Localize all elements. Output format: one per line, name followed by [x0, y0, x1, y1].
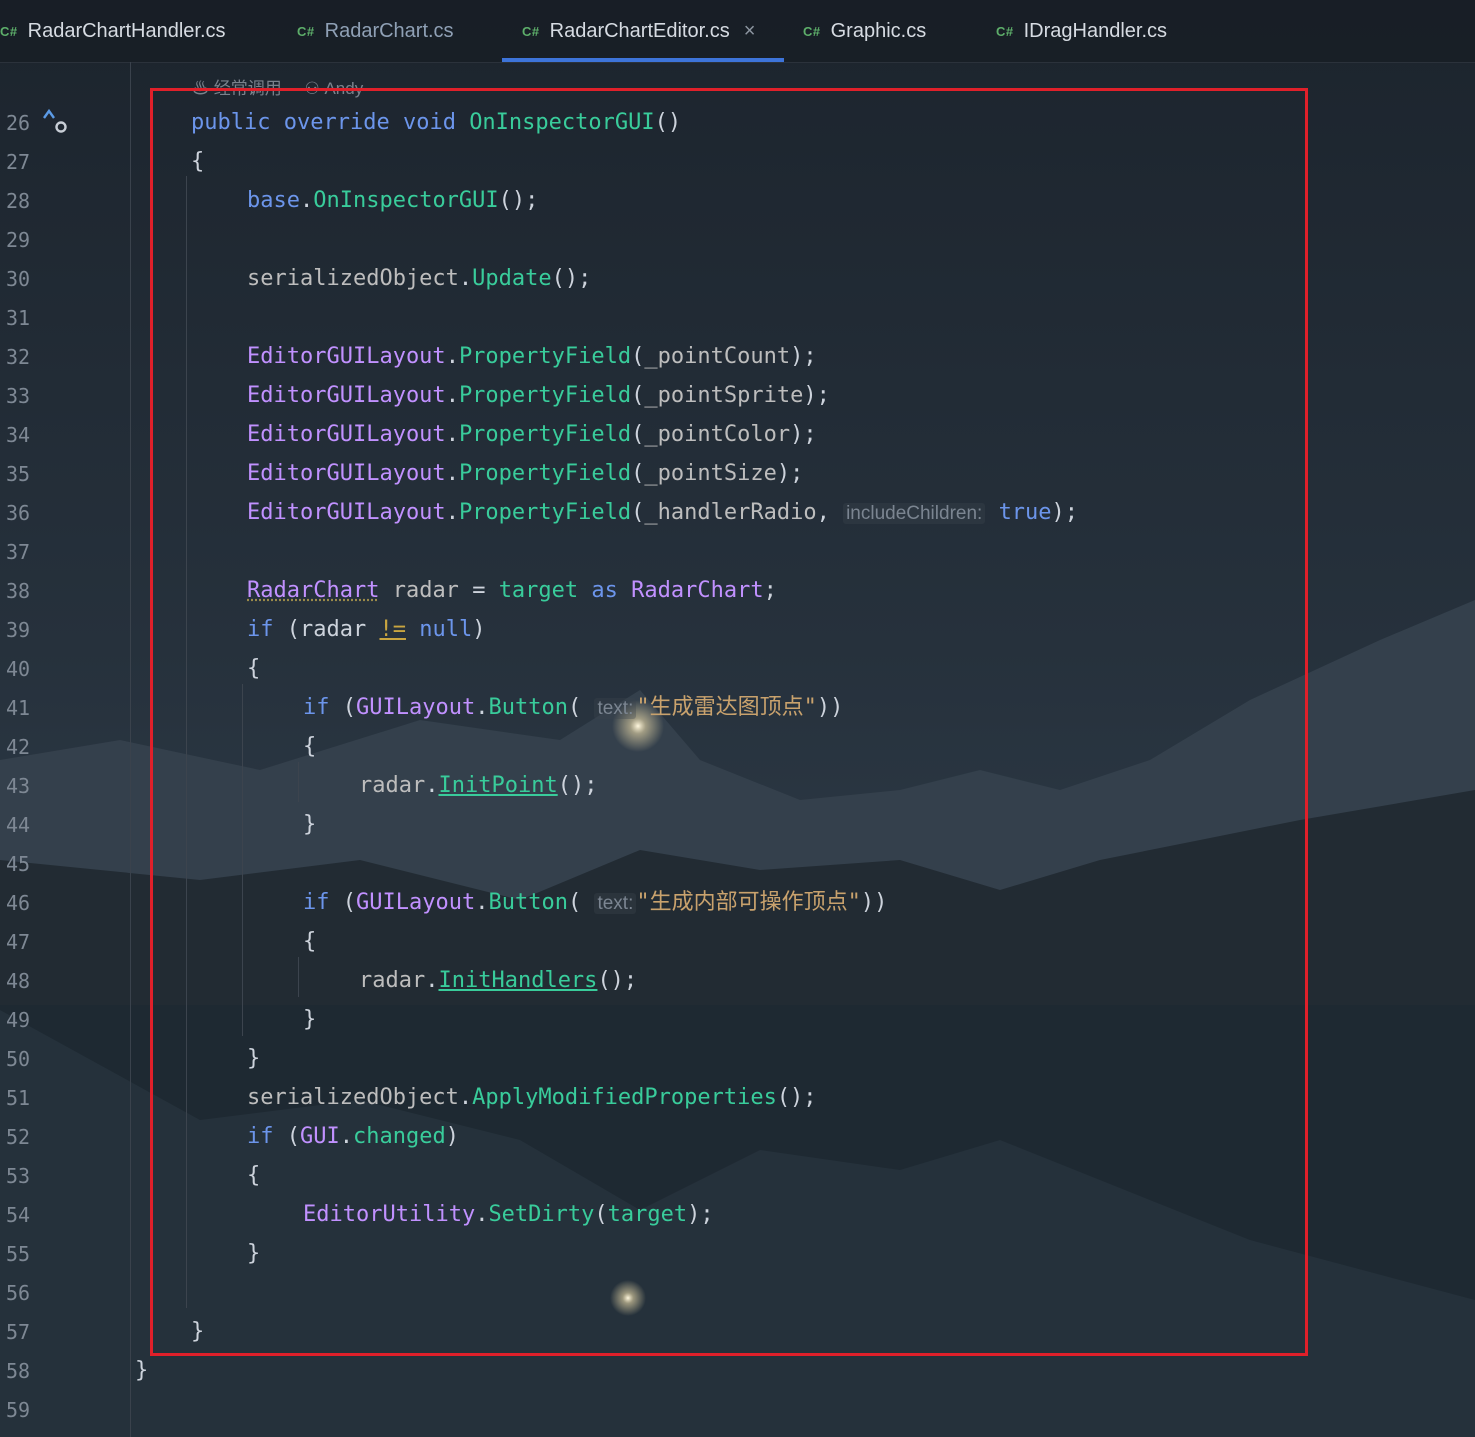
csharp-file-icon: C# [297, 23, 315, 39]
editor-tab-bar: C# RadarChartHandler.cs C# RadarChart.cs… [0, 0, 1475, 63]
line-number: 42 [6, 735, 31, 759]
line-number: 59 [6, 1398, 31, 1422]
tab-radarcharteditor[interactable]: C# RadarChartEditor.cs × [522, 0, 755, 62]
line-number: 47 [6, 930, 31, 954]
line-number: 27 [6, 150, 31, 174]
code-line-58: } [135, 1358, 149, 1383]
line-number: 36 [6, 501, 31, 525]
line-number: 58 [6, 1359, 31, 1383]
line-number: 35 [6, 462, 31, 486]
line-number: 37 [6, 540, 31, 564]
line-number: 54 [6, 1203, 31, 1227]
line-number: 41 [6, 696, 31, 720]
line-number: 31 [6, 306, 31, 330]
line-number: 30 [6, 267, 31, 291]
line-number: 44 [6, 813, 31, 837]
line-number: 40 [6, 657, 31, 681]
line-number: 53 [6, 1164, 31, 1188]
line-number: 46 [6, 891, 31, 915]
line-number: 57 [6, 1320, 31, 1344]
tab-graphic[interactable]: C# Graphic.cs [803, 0, 926, 62]
line-number: 28 [6, 189, 31, 213]
tab-label: IDragHandler.cs [1023, 19, 1168, 42]
highlight-annotation-box [150, 88, 1308, 1356]
line-number: 33 [6, 384, 31, 408]
tab-label: RadarChartEditor.cs [549, 19, 730, 42]
line-number: 51 [6, 1086, 31, 1110]
csharp-file-icon: C# [0, 23, 18, 39]
line-number: 56 [6, 1281, 31, 1305]
csharp-file-icon: C# [803, 23, 821, 39]
csharp-file-icon: C# [996, 23, 1014, 39]
tab-label: Graphic.cs [830, 19, 927, 42]
tab-label: RadarChartHandler.cs [27, 19, 226, 42]
line-number: 38 [6, 579, 31, 603]
line-number: 50 [6, 1047, 31, 1071]
line-number: 29 [6, 228, 31, 252]
csharp-file-icon: C# [522, 23, 540, 39]
line-number: 26 [6, 111, 31, 135]
line-number: 34 [6, 423, 31, 447]
line-number: 49 [6, 1008, 31, 1032]
line-number: 55 [6, 1242, 31, 1266]
line-number: 39 [6, 618, 31, 642]
tab-radarchart[interactable]: C# RadarChart.cs [297, 0, 454, 62]
override-method-icon[interactable] [42, 108, 70, 134]
tab-label: RadarChart.cs [324, 19, 454, 42]
gutter-divider [130, 62, 131, 1437]
tab-radarcharthandler[interactable]: C# RadarChartHandler.cs [0, 0, 226, 62]
line-number: 32 [6, 345, 31, 369]
line-number: 52 [6, 1125, 31, 1149]
line-number: 45 [6, 852, 31, 876]
close-tab-icon[interactable]: × [744, 20, 756, 43]
line-number: 48 [6, 969, 31, 993]
tab-idraghandler[interactable]: C# IDragHandler.cs [996, 0, 1167, 62]
line-number: 43 [6, 774, 31, 798]
active-tab-indicator [502, 58, 784, 62]
